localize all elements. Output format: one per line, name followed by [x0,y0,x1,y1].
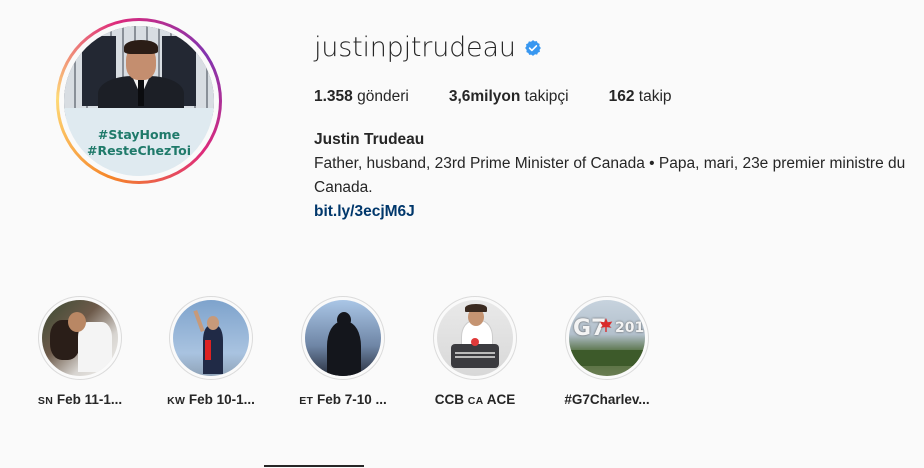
highlight-label: ET Feb 7-10 ... [299,392,387,407]
highlight-item[interactable]: CCB CA ACE [420,296,530,407]
highlight-thumbnail [437,300,513,376]
following-link[interactable]: 162 takip [609,88,672,106]
highlight-item[interactable]: KW Feb 10-1... [156,296,266,407]
tab-active-indicator [264,465,364,467]
profile-avatar-ring[interactable]: #StayHome #ResteChezToi [56,18,222,184]
highlight-ring [433,296,517,380]
posts-count: 1.358 gönderi [314,88,409,106]
story-highlights: SN Feb 11-1... KW Feb 10-1... ET Feb 7-1… [0,296,924,426]
profile-full-name: Justin Trudeau [314,131,425,148]
thumbnail-g7-text: G7 [573,316,607,341]
profile-stats: 1.358 gönderi 3,6milyon takipçi 162 taki… [314,88,712,106]
highlight-ring [38,296,122,380]
username-row: justinpjtrudeau [314,32,542,63]
avatar-person-hair [124,40,158,54]
avatar-caption-line-2: #ResteChezToi [86,143,192,158]
profile-external-link[interactable]: bit.ly/3ecjM6J [314,200,415,224]
highlight-thumbnail [305,300,381,376]
profile-avatar[interactable]: #StayHome #ResteChezToi [64,26,214,176]
verified-badge-icon [524,39,541,56]
following-count-value: 162 [608,88,635,105]
highlight-label: CCB CA ACE [434,392,516,407]
profile-bio: Justin Trudeau Father, husband, 23rd Pri… [314,128,918,224]
highlight-label: #G7Charlev... [564,392,650,407]
highlight-ring: G7 2018 [565,296,649,380]
avatar-caption-line-1: #StayHome [97,127,181,142]
avatar-person-tie [138,78,144,106]
following-count-label: takip [638,88,672,105]
highlight-thumbnail: G7 2018 [569,300,645,376]
highlight-item[interactable]: ET Feb 7-10 ... [288,296,398,407]
avatar-caption: #StayHome #ResteChezToi [64,108,214,176]
profile-username: justinpjtrudeau [314,32,516,63]
highlight-thumbnail [42,300,118,376]
followers-count-label: takipçi [524,88,569,105]
highlight-item[interactable]: G7 2018 #G7Charlev... [552,296,662,407]
posts-count-label: gönderi [357,88,409,105]
highlight-ring [169,296,253,380]
followers-link[interactable]: 3,6milyon takipçi [449,88,569,106]
posts-count-value: 1.358 [314,88,353,105]
highlight-label: SN Feb 11-1... [37,392,123,407]
thumbnail-year-text: 2018 [615,320,645,336]
highlight-thumbnail [173,300,249,376]
highlight-ring [301,296,385,380]
profile-bio-text: Father, husband, 23rd Prime Minister of … [314,155,906,196]
highlight-item[interactable]: SN Feb 11-1... [25,296,135,407]
avatar-frame: #StayHome #ResteChezToi [59,21,219,181]
followers-count-value: 3,6milyon [448,88,521,105]
highlight-label: KW Feb 10-1... [167,392,255,407]
